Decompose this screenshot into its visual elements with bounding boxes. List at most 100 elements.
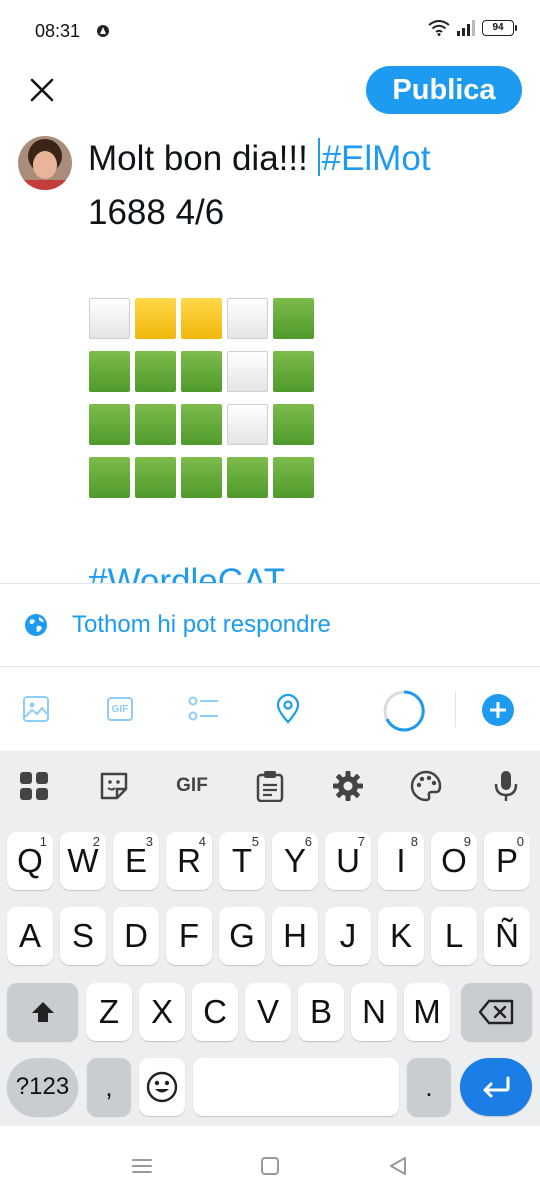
key-m[interactable]: M	[404, 983, 450, 1041]
tweet-line1-text: Molt bon dia!!!	[88, 139, 318, 178]
home-button[interactable]	[257, 1153, 283, 1179]
kb-sticker-button[interactable]	[94, 767, 134, 805]
wordle-row	[89, 298, 314, 339]
key-label: P	[495, 842, 518, 879]
avatar[interactable]	[18, 136, 72, 190]
apps-grid-icon	[20, 772, 48, 800]
wordle-tile-green	[181, 404, 222, 445]
close-icon	[30, 78, 54, 102]
character-counter	[380, 687, 428, 735]
key-label: L	[444, 917, 464, 954]
symbols-key[interactable]: ?123	[7, 1058, 78, 1116]
key-hint: 5	[251, 834, 259, 849]
key-n[interactable]: N	[351, 983, 397, 1041]
key-e[interactable]: E3	[113, 832, 159, 890]
hashtag-wordlecat: #WordleCAT	[88, 563, 286, 583]
key-label: Y	[283, 842, 306, 879]
backspace-key[interactable]	[461, 983, 532, 1041]
space-key[interactable]	[193, 1058, 399, 1116]
key-u[interactable]: U7	[325, 832, 371, 890]
progress-ring-icon	[383, 690, 425, 732]
key-l[interactable]: L	[431, 907, 477, 965]
key-g[interactable]: G	[219, 907, 265, 965]
menu-icon	[132, 1159, 152, 1173]
enter-key[interactable]	[460, 1058, 532, 1116]
wordle-row	[89, 457, 314, 498]
key-h[interactable]: H	[272, 907, 318, 965]
wordle-tile-white	[89, 298, 130, 339]
wordle-tile-green	[181, 351, 222, 392]
wordle-tile-green	[227, 457, 268, 498]
key-x[interactable]: X	[139, 983, 185, 1041]
key-label: M	[413, 993, 441, 1030]
key-f[interactable]: F	[166, 907, 212, 965]
kb-gif-button[interactable]: GIF	[168, 767, 216, 805]
key-label: E	[124, 842, 147, 879]
kb-settings-button[interactable]	[328, 767, 368, 805]
key-i[interactable]: I8	[378, 832, 424, 890]
add-icon	[490, 702, 506, 718]
publish-button[interactable]: Publica	[366, 66, 522, 114]
key-label: X	[150, 993, 173, 1030]
key-y[interactable]: Y6	[272, 832, 318, 890]
status-time: 08:31	[35, 21, 81, 41]
key-a[interactable]: A	[7, 907, 53, 965]
emoji-key[interactable]	[139, 1058, 185, 1116]
key-label: I	[396, 842, 406, 879]
key-z[interactable]: Z	[86, 983, 132, 1041]
back-triangle-icon	[390, 1157, 406, 1175]
key-label: V	[256, 993, 279, 1030]
key-label: H	[283, 917, 307, 954]
add-tweet-button[interactable]	[482, 694, 514, 726]
kb-theme-button[interactable]	[406, 767, 446, 805]
palette-icon	[410, 770, 442, 802]
location-button[interactable]	[271, 692, 305, 726]
key-label: Z	[98, 993, 120, 1030]
key-label: G	[229, 917, 255, 954]
image-button[interactable]	[19, 692, 53, 726]
key-j[interactable]: J	[325, 907, 371, 965]
back-button[interactable]	[385, 1153, 411, 1179]
key-k[interactable]: K	[378, 907, 424, 965]
wordle-tile-green	[89, 404, 130, 445]
poll-button[interactable]	[187, 692, 221, 726]
wordle-tile-yellow	[181, 298, 222, 339]
backspace-icon	[478, 999, 513, 1025]
recents-button[interactable]	[129, 1153, 155, 1179]
gif-button[interactable]: GIF	[103, 692, 137, 726]
globe-icon	[25, 614, 47, 636]
kb-apps-button[interactable]	[14, 767, 54, 805]
key-s[interactable]: S	[60, 907, 106, 965]
reply-settings-button[interactable]: Tothom hi pot respondre	[0, 584, 540, 666]
poll-icon	[188, 696, 218, 721]
shift-key[interactable]	[7, 983, 78, 1041]
wordle-tile-green	[273, 298, 314, 339]
key-w[interactable]: W2	[60, 832, 106, 890]
key-p[interactable]: P0	[484, 832, 530, 890]
key-d[interactable]: D	[113, 907, 159, 965]
key-ñ[interactable]: Ñ	[484, 907, 530, 965]
comma-key[interactable]: ,	[87, 1058, 131, 1116]
key-q[interactable]: Q1	[7, 832, 53, 890]
key-t[interactable]: T5	[219, 832, 265, 890]
close-button[interactable]	[22, 70, 62, 110]
key-o[interactable]: O9	[431, 832, 477, 890]
key-label: R	[177, 842, 201, 879]
status-indicators: 94	[428, 20, 517, 36]
key-label: A	[18, 917, 41, 954]
key-label: N	[362, 993, 386, 1030]
key-b[interactable]: B	[298, 983, 344, 1041]
wordle-row	[89, 351, 314, 392]
kb-clipboard-button[interactable]	[250, 767, 290, 805]
key-label: D	[124, 917, 148, 954]
hashtag-elmot: #ElMot	[321, 139, 431, 178]
enter-arrow-icon	[483, 1076, 510, 1098]
key-v[interactable]: V	[245, 983, 291, 1041]
key-c[interactable]: C	[192, 983, 238, 1041]
wordle-tile-green	[89, 457, 130, 498]
key-r[interactable]: R4	[166, 832, 212, 890]
key-label: S	[71, 917, 94, 954]
kb-voice-button[interactable]	[486, 767, 526, 805]
period-key[interactable]: .	[407, 1058, 451, 1116]
toolbar-separator	[455, 691, 456, 727]
